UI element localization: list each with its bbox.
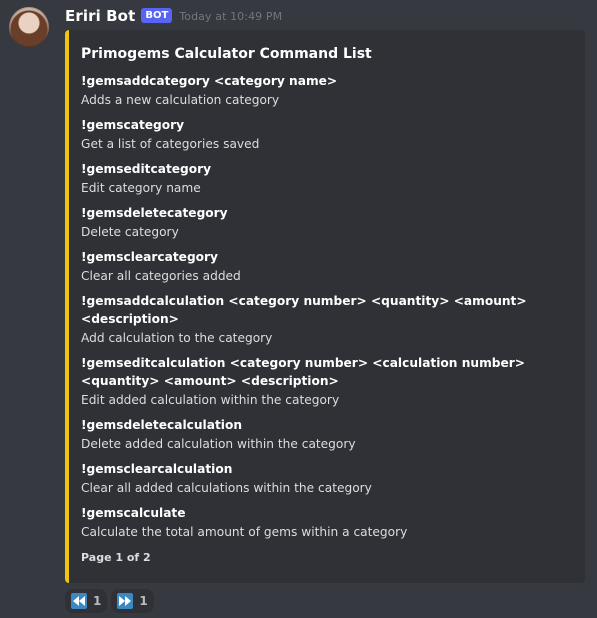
field-value: Calculate the total amount of gems withi… xyxy=(81,525,408,539)
field-name: !gemsclearcategory xyxy=(81,250,218,264)
embed-field: !gemsclearcalculation Clear all added ca… xyxy=(81,460,573,498)
embed-card: Primogems Calculator Command List !gemsa… xyxy=(65,30,585,583)
avatar[interactable] xyxy=(9,7,49,47)
field-name: !gemsdeletecategory xyxy=(81,206,228,220)
embed-field: !gemsaddcategory <category name> Adds a … xyxy=(81,72,573,110)
field-value: Edit category name xyxy=(81,181,201,195)
embed-field: !gemsaddcalculation <category number> <q… xyxy=(81,292,573,348)
field-name: !gemseditcategory xyxy=(81,162,212,176)
reactions-bar: 1 1 xyxy=(65,589,154,613)
timestamp: Today at 10:49 PM xyxy=(179,9,283,23)
username[interactable]: Eriri Bot xyxy=(65,7,135,25)
reaction-count: 1 xyxy=(139,594,148,608)
field-name: !gemsaddcalculation <category number> <q… xyxy=(81,294,527,326)
field-value: Delete added calculation within the cate… xyxy=(81,437,356,451)
embed-field: !gemsdeletecategory Delete category xyxy=(81,204,573,242)
embed-field: !gemsdeletecalculation Delete added calc… xyxy=(81,416,573,454)
embed-title: Primogems Calculator Command List xyxy=(81,46,372,62)
field-name: !gemscalculate xyxy=(81,506,186,520)
rewind-icon xyxy=(71,593,87,609)
field-value: Clear all added calculations within the … xyxy=(81,481,372,495)
fast-forward-icon xyxy=(117,593,134,609)
embed-field: !gemseditcalculation <category number> <… xyxy=(81,354,573,410)
embed-field: !gemscalculate Calculate the total amoun… xyxy=(81,504,573,542)
field-value: Get a list of categories saved xyxy=(81,137,260,151)
reaction-fast-forward[interactable]: 1 xyxy=(111,589,154,613)
message-header: Eriri Bot BOT Today at 10:49 PM xyxy=(65,5,282,27)
field-name: !gemsclearcalculation xyxy=(81,462,233,476)
embed-field: !gemscategory Get a list of categories s… xyxy=(81,116,573,154)
field-name: !gemseditcalculation <category number> <… xyxy=(81,356,525,388)
field-name: !gemsaddcategory <category name> xyxy=(81,74,338,88)
field-value: Add calculation to the category xyxy=(81,331,273,345)
chat-message: Eriri Bot BOT Today at 10:49 PM Primogem… xyxy=(0,0,597,618)
bot-badge: BOT xyxy=(141,7,173,23)
reaction-rewind[interactable]: 1 xyxy=(65,589,108,613)
field-value: Clear all categories added xyxy=(81,269,241,283)
field-name: !gemsdeletecalculation xyxy=(81,418,243,432)
embed-field: !gemsclearcategory Clear all categories … xyxy=(81,248,573,286)
field-value: Adds a new calculation category xyxy=(81,93,280,107)
embed-field: !gemseditcategory Edit category name xyxy=(81,160,573,198)
field-value: Edit added calculation within the catego… xyxy=(81,393,340,407)
reaction-count: 1 xyxy=(93,594,102,608)
field-name: !gemscategory xyxy=(81,118,185,132)
field-value: Delete category xyxy=(81,225,179,239)
embed-footer: Page 1 of 2 xyxy=(81,551,151,564)
